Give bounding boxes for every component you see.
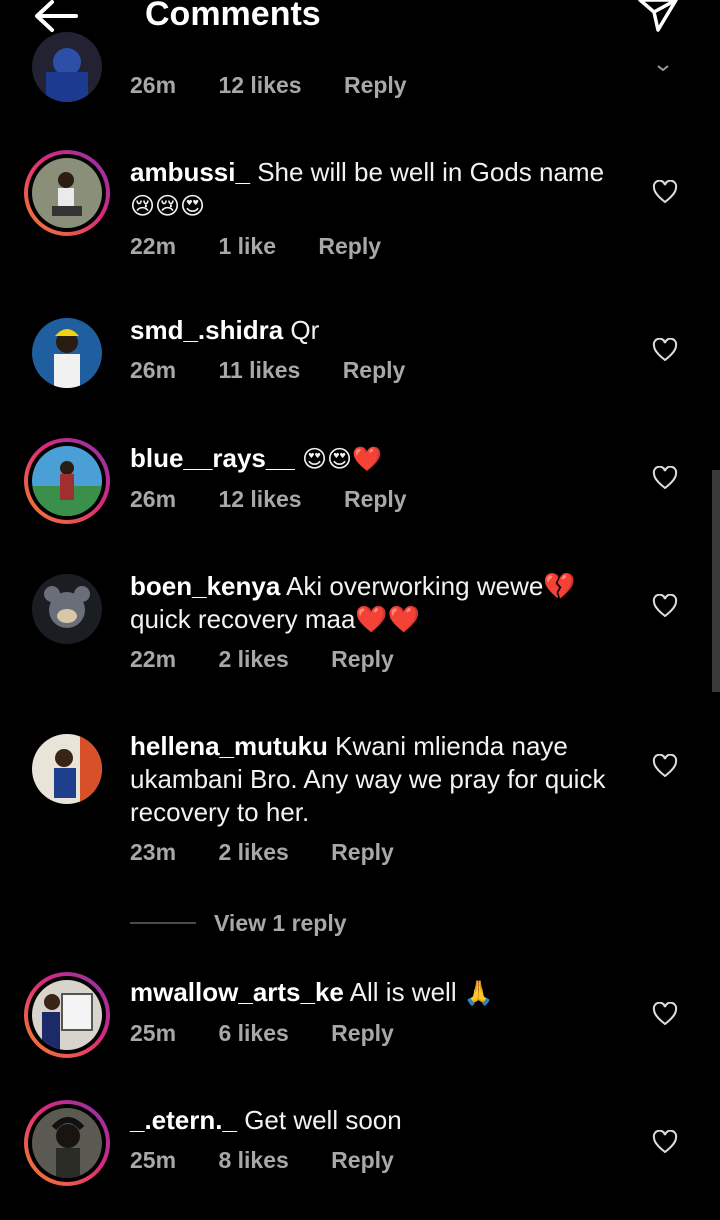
comment-text: blue__rays__ 😍😍❤️	[130, 442, 640, 476]
heart-icon[interactable]	[652, 1130, 678, 1154]
comment-likes[interactable]: 12 likes	[218, 486, 301, 512]
comment-username[interactable]: smd_.shidra	[130, 315, 283, 345]
comment-body: Get well soon	[244, 1105, 402, 1135]
comment-time: 26m	[130, 357, 177, 383]
header: Comments	[0, 0, 720, 40]
comment-meta: 26m 12 likes Reply	[130, 484, 640, 514]
avatar[interactable]	[24, 438, 110, 524]
reply-button[interactable]: Reply	[344, 72, 407, 98]
comment-time: 26m	[130, 72, 177, 98]
comment-time: 23m	[130, 839, 177, 865]
comment-username[interactable]: _.etern._	[130, 1105, 237, 1135]
comment-meta: 26m 11 likes Reply	[130, 355, 640, 385]
comment-text: _.etern._ Get well soon	[130, 1104, 640, 1137]
avatar[interactable]	[24, 1100, 110, 1186]
avatar[interactable]	[32, 574, 102, 644]
comment-emoji: 😢😢😍	[130, 192, 206, 220]
comment-likes[interactable]: 11 likes	[218, 357, 300, 383]
comment-body: She will be well in Gods name	[257, 157, 605, 187]
back-arrow-icon[interactable]	[32, 0, 80, 34]
comment-time: 25m	[130, 1147, 177, 1173]
reply-button[interactable]: Reply	[318, 233, 381, 259]
comment-text: boen_kenya Aki overworking wewe💔 quick r…	[130, 570, 640, 636]
comment-meta: 23m 2 likes Reply	[130, 837, 640, 867]
comment-time: 22m	[130, 233, 177, 259]
comment-emoji: 🙏	[463, 979, 494, 1007]
comment-text: mwallow_arts_ke All is well 🙏	[130, 976, 640, 1010]
comment-text: smd_.shidra Qr	[130, 314, 640, 347]
comment-likes[interactable]: 1 like	[218, 233, 276, 259]
heart-icon[interactable]	[652, 180, 678, 204]
reply-button[interactable]: Reply	[331, 1020, 394, 1046]
scrollbar[interactable]	[712, 470, 720, 692]
avatar[interactable]	[32, 734, 102, 804]
send-icon[interactable]	[636, 0, 680, 34]
reply-button[interactable]: Reply	[331, 646, 394, 672]
comment-username[interactable]: blue__rays__	[130, 443, 295, 473]
avatar[interactable]	[24, 972, 110, 1058]
reply-divider	[130, 922, 196, 924]
avatar[interactable]	[24, 150, 110, 236]
comment-meta: 26m 12 likes Reply	[130, 70, 640, 100]
comment-likes[interactable]: 12 likes	[218, 72, 301, 98]
view-replies-button[interactable]: View 1 reply	[130, 906, 347, 940]
comment-meta: 22m 1 like Reply	[130, 231, 640, 261]
comment-meta: 22m 2 likes Reply	[130, 644, 640, 674]
comment-time: 25m	[130, 1020, 177, 1046]
comment-meta: 25m 8 likes Reply	[130, 1145, 640, 1175]
heart-icon[interactable]	[652, 754, 678, 778]
comment-body: Qr	[290, 315, 320, 345]
reply-button[interactable]: Reply	[331, 839, 394, 865]
comment-time: 22m	[130, 646, 177, 672]
chevron-down-icon	[657, 65, 669, 72]
heart-icon[interactable]	[652, 466, 678, 490]
reply-button[interactable]: Reply	[343, 357, 406, 383]
comment-likes[interactable]: 2 likes	[218, 839, 288, 865]
avatar[interactable]	[32, 32, 102, 102]
heart-icon[interactable]	[652, 1002, 678, 1026]
comment-body: All is well	[349, 977, 457, 1007]
view-replies-label: View 1 reply	[214, 909, 347, 936]
comment-likes[interactable]: 6 likes	[218, 1020, 288, 1046]
reply-button[interactable]: Reply	[344, 486, 407, 512]
avatar[interactable]	[32, 318, 102, 388]
reply-button[interactable]: Reply	[331, 1147, 394, 1173]
comment-username[interactable]: ambussi_	[130, 157, 250, 187]
comment-text: ambussi_ She will be well in Gods name 😢😢…	[130, 156, 640, 223]
comment-username[interactable]: mwallow_arts_ke	[130, 977, 344, 1007]
heart-icon[interactable]	[652, 594, 678, 618]
comment-text: hellena_mutuku Kwani mlienda naye ukamba…	[130, 730, 640, 829]
comment-likes[interactable]: 2 likes	[218, 646, 288, 672]
comment-time: 26m	[130, 486, 177, 512]
page-title: Comments	[145, 0, 321, 33]
comment-likes[interactable]: 8 likes	[218, 1147, 288, 1173]
comment-meta: 25m 6 likes Reply	[130, 1018, 640, 1048]
comment-username[interactable]: boen_kenya	[130, 571, 280, 601]
comment-emoji: 😍😍❤️	[302, 445, 382, 473]
comment-username[interactable]: hellena_mutuku	[130, 731, 328, 761]
heart-icon[interactable]	[652, 338, 678, 362]
